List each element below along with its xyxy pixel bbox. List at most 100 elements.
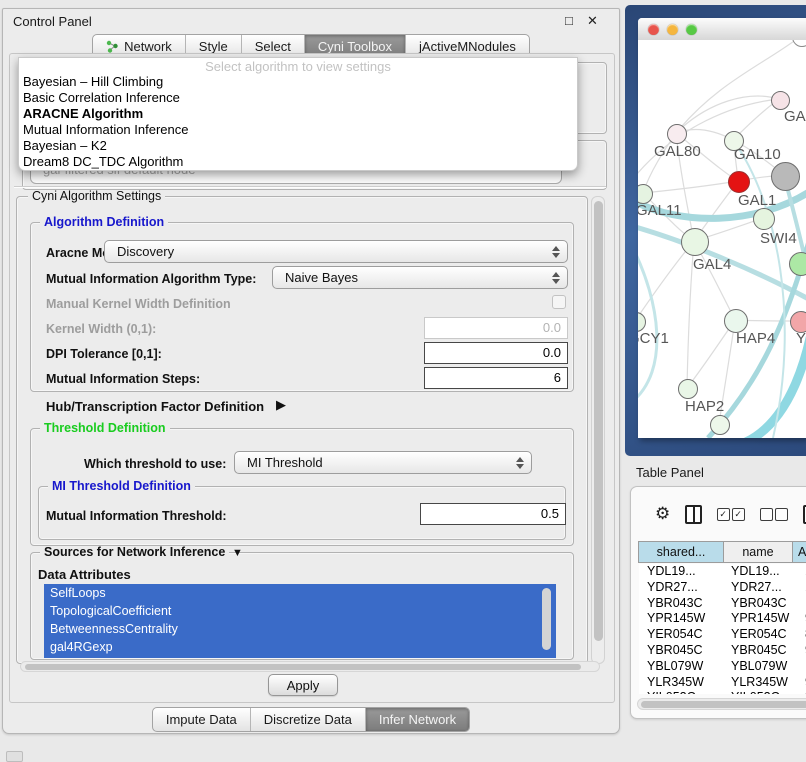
float-window-icon[interactable]: □ (565, 14, 573, 28)
dropdown-item[interactable]: Basic Correlation Inference (19, 90, 577, 106)
network-node[interactable] (771, 162, 800, 191)
zoom-traffic-light-icon[interactable] (686, 24, 697, 35)
node-label: HAP2 (685, 398, 724, 415)
tab-discretize-data-label: Discretize Data (264, 712, 352, 727)
table-row[interactable]: YIL052C YIL052C 9 (639, 690, 806, 694)
columns-icon[interactable] (685, 505, 701, 524)
table-panel-title: Table Panel (636, 465, 704, 480)
aracne-mode-combo[interactable]: Discovery (104, 240, 568, 263)
dropdown-item[interactable]: Dream8 DC_TDC Algorithm (19, 154, 577, 170)
cell-shared-name: YBL079W (639, 659, 731, 675)
which-threshold-combo[interactable]: MI Threshold (234, 451, 532, 474)
table-row[interactable]: YDR27... YDR27... 12 (639, 580, 806, 596)
table-row[interactable]: YDL19... YDL19... 13 (639, 564, 806, 580)
network-window-titlebar (638, 18, 806, 41)
table-row[interactable]: YBR043C YBR043C (639, 596, 806, 612)
mi-algorithm-type-combo[interactable]: Naive Bayes (272, 266, 568, 289)
table-row[interactable]: YER054C YER054C 8. (639, 627, 806, 643)
expand-arrow-icon[interactable]: ▶ (276, 397, 286, 413)
network-node[interactable] (753, 208, 775, 230)
column-header-name[interactable]: name (724, 542, 793, 562)
network-canvas[interactable]: GAL GAL80 GAL10 GAL1 GAL11 SWI4 GAL4 GCY… (638, 40, 806, 438)
cell-name: YDR27... (731, 580, 799, 596)
collapse-arrow-icon[interactable]: ▼ (232, 547, 243, 559)
tab-infer-network[interactable]: Infer Network (366, 708, 469, 731)
kernel-width-field[interactable]: 0.0 (424, 317, 568, 339)
cell-name: YLR345W (731, 675, 799, 691)
network-node[interactable] (789, 252, 806, 276)
which-threshold-label: Which threshold to use: (84, 457, 226, 471)
data-attributes-label: Data Attributes (38, 567, 131, 582)
cell-value (799, 659, 806, 675)
network-node[interactable] (681, 228, 709, 256)
list-scrollbar-thumb[interactable] (542, 588, 551, 650)
close-traffic-light-icon[interactable] (648, 24, 659, 35)
node-label: SWI4 (760, 230, 797, 247)
network-view-window: GAL GAL80 GAL10 GAL1 GAL11 SWI4 GAL4 GCY… (638, 18, 806, 438)
mi-algorithm-type-label: Mutual Information Algorithm Type: (46, 272, 256, 286)
network-node[interactable] (678, 379, 698, 399)
algorithm-definition-title: Algorithm Definition (40, 216, 168, 229)
screen: { "window": { "title": "Control Panel", … (0, 0, 806, 762)
cell-value: 13 (799, 564, 806, 580)
list-item[interactable]: SelfLoops (44, 584, 556, 602)
data-attributes-list[interactable]: SelfLoops TopologicalCoefficient Between… (44, 584, 556, 658)
network-view-frame: GAL GAL80 GAL10 GAL1 GAL11 SWI4 GAL4 GCY… (625, 5, 806, 456)
hub-definition-label[interactable]: Hub/Transcription Factor Definition (46, 399, 264, 414)
cell-shared-name: YPR145W (639, 611, 731, 627)
mi-steps-label: Mutual Information Steps: (46, 372, 200, 386)
cell-value: 9. (799, 643, 806, 659)
node-label: GAL (784, 108, 806, 125)
settings-scrollbar-thumb[interactable] (594, 201, 603, 641)
table-hscrollbar[interactable] (637, 698, 806, 710)
column-header-clipped[interactable]: A (793, 542, 806, 562)
checked-pair-icon[interactable]: ✓ ✓ (717, 508, 745, 521)
column-header-shared-name[interactable]: shared... (639, 542, 724, 562)
table-hscrollbar-thumb[interactable] (641, 701, 806, 708)
new-table-icon[interactable] (803, 505, 806, 524)
table-row[interactable]: YBR045C YBR045C 9. (639, 643, 806, 659)
threshold-definition-title: Threshold Definition (40, 422, 170, 435)
list-item[interactable]: gal4RGexp (44, 638, 556, 656)
tab-discretize-data[interactable]: Discretize Data (251, 708, 366, 731)
mi-steps-field[interactable]: 6 (424, 367, 568, 389)
table-header-row: shared... name A (638, 541, 806, 563)
partial-widget (6, 751, 23, 762)
cell-shared-name: YLR345W (639, 675, 731, 691)
combo-stepper-icon (551, 246, 561, 258)
network-node[interactable] (710, 415, 730, 435)
minimize-traffic-light-icon[interactable] (667, 24, 678, 35)
unchecked-pair-icon[interactable] (760, 508, 788, 521)
settings-hscrollbar-thumb[interactable] (25, 664, 581, 670)
dpi-tolerance-field[interactable]: 0.0 (424, 342, 568, 364)
network-node[interactable] (667, 124, 687, 144)
table-row[interactable]: YBL079W YBL079W (639, 659, 806, 675)
list-item[interactable]: BetweennessCentrality (44, 620, 556, 638)
dropdown-item[interactable]: Mutual Information Inference (19, 122, 577, 138)
dropdown-item-selected[interactable]: ARACNE Algorithm (19, 106, 577, 122)
apply-button[interactable]: Apply (268, 674, 338, 696)
network-node-selected[interactable] (728, 171, 750, 193)
table-body[interactable]: YDL19... YDL19... 13 YDR27... YDR27... 1… (639, 564, 806, 694)
manual-kernel-width-checkbox[interactable] (552, 295, 566, 309)
tab-impute-data-label: Impute Data (166, 712, 237, 727)
mi-threshold-field[interactable]: 0.5 (420, 503, 566, 525)
settings-hscrollbar[interactable] (20, 661, 600, 672)
list-item[interactable]: TopologicalCoefficient (44, 602, 556, 620)
cell-value: 9. (799, 611, 806, 627)
tab-network-label: Network (124, 39, 172, 54)
table-row[interactable]: YLR345W YLR345W 9. (639, 675, 806, 691)
table-row[interactable]: YPR145W YPR145W 9. (639, 611, 806, 627)
gear-icon[interactable]: ⚙ (655, 504, 670, 524)
bottom-tabbar: Impute Data Discretize Data Infer Networ… (2, 707, 620, 732)
settings-scrollbar[interactable] (591, 196, 605, 664)
close-window-icon[interactable]: ✕ (587, 14, 598, 28)
checkbox-checked-icon: ✓ (732, 508, 745, 521)
cell-value: 8. (799, 627, 806, 643)
node-label: GAL4 (693, 256, 731, 273)
dropdown-item[interactable]: Bayesian – Hill Climbing (19, 74, 577, 90)
control-panel-titlebar: Control Panel □ ✕ (3, 9, 619, 33)
tab-impute-data[interactable]: Impute Data (153, 708, 251, 731)
dropdown-item[interactable]: Bayesian – K2 (19, 138, 577, 154)
which-threshold-value: MI Threshold (247, 455, 515, 470)
